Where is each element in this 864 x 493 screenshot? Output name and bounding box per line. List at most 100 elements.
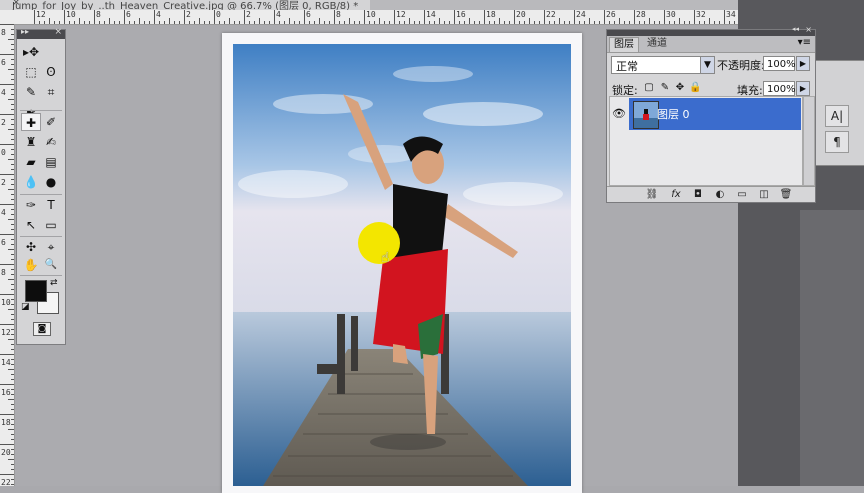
ruler-tick (0, 84, 14, 85)
blend-mode-select[interactable]: 正常 ▼ (611, 56, 715, 74)
panel-menu-icon[interactable]: ▾≡ (798, 37, 811, 48)
foreground-color-swatch[interactable] (25, 280, 47, 302)
history-brush-tool-icon[interactable]: ✍ (41, 133, 61, 151)
layers-panel: ◂◂ × 图层 通道 ▾≡ 正常 ▼ 不透明度: 100% ▶ 锁定: ▢ ✎ … (606, 25, 816, 203)
ruler-tick (169, 18, 170, 24)
ruler-label: 8 (336, 10, 341, 19)
ruler-tick (654, 21, 655, 24)
ruler-tick (674, 21, 675, 24)
new-layer-icon[interactable]: ◫ (757, 188, 771, 202)
layer-visibility-toggle[interactable]: 👁 (609, 98, 627, 130)
layer-name[interactable]: 图层 0 (657, 106, 690, 122)
ruler-label: 0 (1, 148, 6, 157)
path-select-tool-icon[interactable]: ↖ (21, 216, 41, 234)
close-icon[interactable]: × (54, 27, 62, 37)
link-layers-icon[interactable]: ⛓ (645, 188, 659, 202)
ruler-tick (639, 21, 640, 24)
opacity-arrow-icon[interactable]: ▶ (796, 56, 810, 71)
add-mask-icon[interactable]: ◘ (691, 188, 705, 202)
ruler-tick (254, 21, 255, 24)
type-tool-icon[interactable]: T (41, 196, 61, 214)
ruler-tick (11, 484, 14, 485)
pen-tool-icon[interactable]: ✑ (21, 196, 41, 214)
hand-tool-icon[interactable]: ✋ (21, 256, 41, 274)
photo-illustration (233, 44, 571, 486)
ruler-label: 8 (96, 10, 101, 19)
ruler-tick (0, 144, 14, 145)
ruler-tick (664, 10, 665, 24)
swap-colors-icon[interactable]: ⇄ (50, 278, 58, 288)
ruler-tick (599, 21, 600, 24)
ruler-tick (244, 10, 245, 24)
ruler-tick (579, 21, 580, 24)
ruler-tick (259, 18, 260, 24)
default-colors-icon[interactable]: ◪ (21, 302, 30, 312)
marquee-tool-icon[interactable]: ⬚ (21, 63, 41, 81)
fill-input[interactable]: 100% (763, 81, 796, 96)
ruler-label: 12 (36, 10, 46, 19)
opacity-input[interactable]: 100% (763, 56, 796, 71)
zoom-tool-icon[interactable]: 🔍 (41, 256, 61, 274)
3d-rotate-tool-icon[interactable]: ✣ (21, 238, 41, 256)
ruler-tick (334, 10, 335, 24)
lasso-tool-icon[interactable]: ʘ (41, 63, 61, 81)
ruler-tick (8, 309, 14, 310)
ruler-tick (389, 21, 390, 24)
horizontal-ruler[interactable]: 12 10 8 6 4 2 0 2 4 6 8 10 12 14 16 18 20 22 24 26 28 30 32 34 (0, 10, 738, 25)
gradient-tool-icon[interactable]: ▤ (41, 153, 61, 171)
ruler-tick (584, 21, 585, 24)
ruler-tick (724, 10, 725, 24)
ruler-tick (394, 10, 395, 24)
lock-pixels-icon[interactable]: ✎ (659, 82, 671, 94)
ruler-tick (404, 21, 405, 24)
collapse-icon[interactable]: ▸▸ (21, 27, 29, 36)
ruler-tick (104, 21, 105, 24)
ruler-tick (179, 21, 180, 24)
lock-transparent-icon[interactable]: ▢ (643, 82, 655, 94)
ruler-tick (419, 21, 420, 24)
ruler-tick (689, 21, 690, 24)
lock-all-icon[interactable]: 🔒 (689, 82, 701, 94)
tab-layers[interactable]: 图层 (609, 37, 639, 52)
new-group-icon[interactable]: ▭ (735, 188, 749, 202)
ruler-tick (424, 10, 425, 24)
tab-channels[interactable]: 通道 (643, 37, 671, 51)
delete-layer-icon[interactable]: 🗑 (779, 188, 793, 202)
stamp-tool-icon[interactable]: ♜ (21, 133, 41, 151)
lock-position-icon[interactable]: ✥ (674, 82, 686, 94)
ruler-tick (44, 21, 45, 24)
paragraph-panel-button[interactable]: ¶ (825, 131, 849, 153)
ruler-tick (309, 21, 310, 24)
ruler-tick (209, 21, 210, 24)
move-tool-icon[interactable]: ▸✥ (21, 43, 41, 61)
photo-jump-for-joy[interactable] (233, 44, 571, 486)
ruler-tick (354, 21, 355, 24)
adjustment-layer-icon[interactable]: ◐ (713, 188, 727, 202)
ruler-tick (409, 18, 410, 24)
vertical-ruler[interactable]: 8 6 4 2 0 2 4 6 8 10 12 14 16 18 20 22 (0, 24, 15, 486)
quick-select-tool-icon[interactable]: ✎ (21, 83, 41, 101)
toolbox-titlebar[interactable]: ▸▸ × (17, 27, 65, 39)
ruler-tick (594, 21, 595, 24)
close-icon[interactable]: × (805, 25, 812, 34)
dodge-tool-icon[interactable]: ● (41, 173, 61, 191)
blur-tool-icon[interactable]: 💧 (21, 173, 41, 191)
character-panel-button[interactable]: A| (825, 105, 849, 127)
healing-tool-icon[interactable]: ✚ (21, 113, 41, 131)
ruler-tick (11, 259, 14, 260)
layer-style-icon[interactable]: fx (669, 188, 683, 202)
quick-mask-icon[interactable]: ◙ (33, 322, 51, 336)
ruler-tick (414, 21, 415, 24)
close-icon[interactable]: × (12, 0, 20, 8)
shape-tool-icon[interactable]: ▭ (41, 216, 61, 234)
collapse-icon[interactable]: ◂◂ (792, 25, 799, 33)
layer-list-scrollbar[interactable] (803, 96, 815, 186)
fill-arrow-icon[interactable]: ▶ (796, 81, 810, 96)
3d-camera-tool-icon[interactable]: ⌖ (41, 238, 61, 256)
eraser-tool-icon[interactable]: ▰ (21, 153, 41, 171)
ruler-tick (519, 21, 520, 24)
ruler-tick (119, 21, 120, 24)
crop-tool-icon[interactable]: ⌗ (41, 83, 61, 101)
ruler-tick (11, 274, 14, 275)
brush-tool-icon[interactable]: ✐ (41, 113, 61, 131)
